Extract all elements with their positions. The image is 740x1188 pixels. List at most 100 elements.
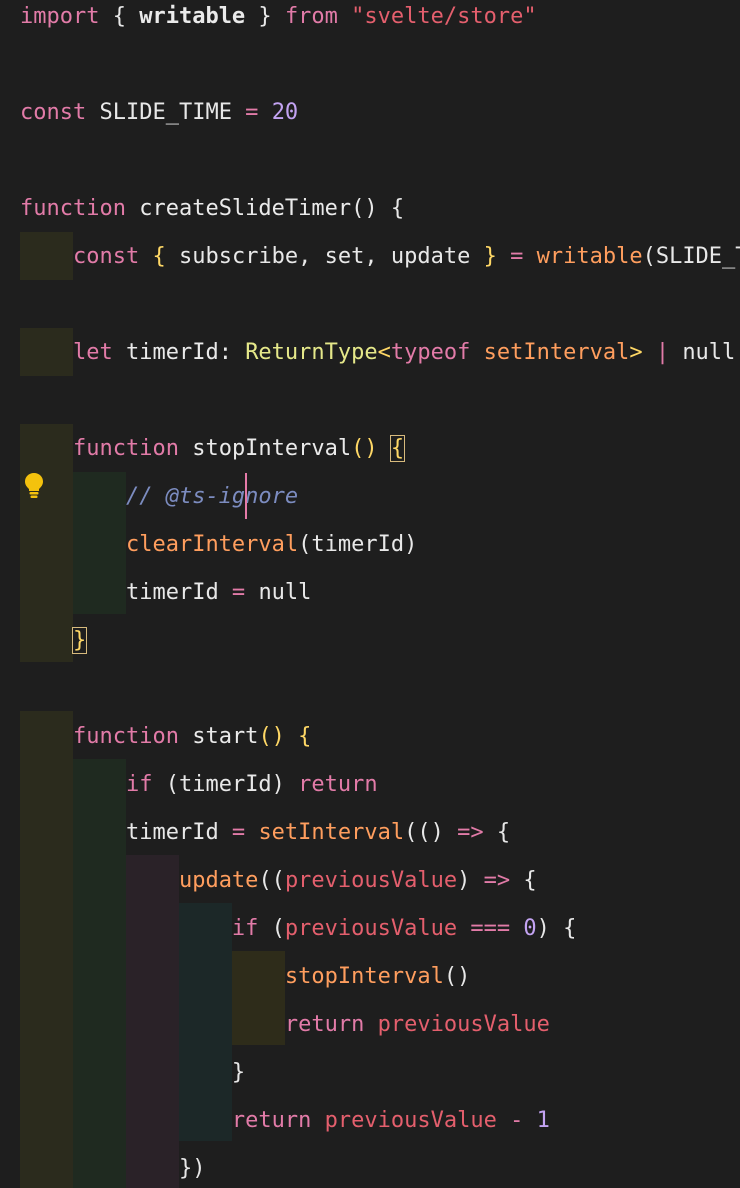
code-line[interactable]: stopInterval() [20, 960, 470, 1008]
code-token: () { [351, 196, 405, 221]
code-line[interactable]: import { writable } from "svelte/store" [20, 0, 537, 48]
code-token: const [20, 100, 100, 125]
code-token: const [72, 244, 153, 269]
code-token: 1 [536, 1108, 550, 1133]
code-token: () [443, 964, 471, 989]
code-token: let [72, 340, 126, 365]
code-line[interactable]: const { subscribe, set, update } = writa… [20, 240, 740, 288]
code-line[interactable]: function createSlideTimer() { [20, 192, 404, 240]
code-token: previousValue [284, 916, 458, 941]
code-token: SLIDE_TIME [99, 100, 232, 125]
code-token: previousValue [324, 1108, 497, 1133]
code-token: - [496, 1108, 537, 1133]
code-token: = [231, 100, 272, 125]
code-token: => [483, 868, 524, 893]
code-token: : [218, 340, 246, 365]
code-token: > [629, 340, 656, 365]
code-token: }) [178, 1156, 206, 1181]
code-line[interactable]: if (previousValue === 0) { [20, 912, 576, 960]
code-token: timerId [125, 340, 219, 365]
code-token: } [71, 627, 88, 654]
text-cursor [245, 473, 247, 519]
code-token: (timerId) [298, 532, 418, 557]
code-line[interactable]: return previousValue [20, 1008, 550, 1056]
code-line[interactable]: let timerId: ReturnType<typeof setInterv… [20, 336, 735, 384]
code-token: createSlideTimer [139, 196, 352, 221]
code-token: } [231, 1060, 246, 1085]
code-token: } [483, 244, 511, 269]
code-token: ) [457, 868, 484, 893]
code-token: update [178, 868, 259, 893]
code-token: return [231, 1108, 325, 1133]
code-token: setInterval [258, 820, 405, 845]
code-token: "svelte/store" [351, 4, 537, 29]
code-token: | [655, 340, 683, 365]
code-token: < [377, 340, 391, 365]
lightbulb-icon[interactable] [23, 471, 45, 499]
code-token: from [284, 4, 352, 29]
code-line[interactable]: if (timerId) return [20, 768, 378, 816]
code-token: subscribe, set, update [178, 244, 484, 269]
code-token: 0 [523, 916, 537, 941]
code-token: ReturnType [245, 340, 378, 365]
code-token: function [72, 436, 193, 461]
code-token: if [231, 916, 272, 941]
code-token: (SLIDE_T [642, 244, 740, 269]
code-token: { [523, 868, 537, 893]
code-token: timerId [125, 820, 219, 845]
code-token: if [125, 772, 166, 797]
code-token: { [112, 4, 140, 29]
code-token: clearInterval [125, 532, 299, 557]
code-token: return [284, 1012, 378, 1037]
code-line[interactable]: // @ts-ignore [20, 480, 298, 528]
code-token: typeof [390, 340, 484, 365]
code-line[interactable]: return previousValue - 1 [20, 1104, 550, 1152]
code-token: previousValue [284, 868, 458, 893]
code-line[interactable]: timerId = setInterval(() => { [20, 816, 510, 864]
code-token: = [218, 580, 259, 605]
code-line[interactable]: timerId = null [20, 576, 311, 624]
code-token: ( [271, 916, 285, 941]
code-token: => [457, 820, 497, 845]
code-line[interactable]: }) [20, 1152, 206, 1188]
code-token: import [20, 4, 113, 29]
code-token: (() [404, 820, 458, 845]
code-editor[interactable]: import { writable } from "svelte/store" … [0, 0, 740, 1188]
code-token: stopInterval [284, 964, 444, 989]
code-line[interactable]: function start() { [20, 720, 311, 768]
code-token: null [258, 580, 312, 605]
code-token: function [20, 196, 140, 221]
code-token: start [192, 724, 259, 749]
code-token: previousValue [377, 1012, 550, 1037]
code-token: writable [536, 244, 643, 269]
code-line[interactable]: update((previousValue) => { [20, 864, 537, 912]
code-token: (timerId) [165, 772, 299, 797]
code-line[interactable]: function stopInterval() { [20, 432, 406, 480]
code-line[interactable]: } [20, 624, 88, 672]
code-token: ) { [536, 916, 577, 941]
code-line[interactable]: clearInterval(timerId) [20, 528, 417, 576]
code-line[interactable]: } [20, 1056, 245, 1104]
code-token: writable [139, 4, 246, 29]
code-token: (( [258, 868, 285, 893]
code-token: 20 [271, 100, 299, 125]
code-token: function [72, 724, 193, 749]
code-token: // @ts-ignore [125, 484, 299, 509]
code-token: return [298, 772, 378, 797]
code-token: stopInterval [192, 436, 352, 461]
code-line[interactable]: const SLIDE_TIME = 20 [20, 96, 298, 144]
code-token: timerId [125, 580, 219, 605]
